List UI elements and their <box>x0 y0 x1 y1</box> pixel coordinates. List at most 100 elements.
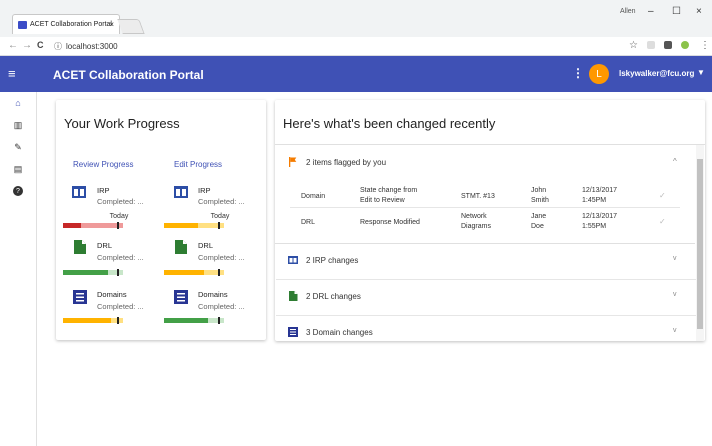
change-user: John <box>531 187 547 194</box>
browser-user-label[interactable]: Allen <box>620 8 636 15</box>
columns-icon <box>72 186 86 198</box>
change-area: DRL <box>301 219 316 226</box>
flag-icon <box>289 157 297 167</box>
scrollbar-thumb[interactable] <box>697 159 703 329</box>
change-area: Domain <box>301 193 326 200</box>
browser-tab-bar: ACET Collaboration Portal × Allen – ☐ × <box>0 0 712 37</box>
reload-icon[interactable]: C <box>37 40 44 50</box>
progress-item-name: DRL <box>198 241 214 250</box>
list-icon <box>73 290 87 304</box>
list-icon <box>174 290 188 304</box>
app-title: ACET Collaboration Portal <box>53 68 204 82</box>
today-marker <box>218 222 220 229</box>
progress-item-sub: Completed: ... <box>198 302 245 311</box>
user-email[interactable]: lskywalker@fcu.org <box>619 69 694 78</box>
section-flagged[interactable]: 2 items flagged by you ^ <box>276 146 704 182</box>
forward-icon[interactable]: → <box>22 40 32 51</box>
progress-item-sub: Completed: ... <box>97 197 144 206</box>
columns-icon <box>174 186 188 198</box>
change-ref: STMT. #13 <box>461 193 495 200</box>
section-irp[interactable]: 2 IRP changes v <box>276 244 696 280</box>
review-progress-heading[interactable]: Review Progress <box>73 160 133 169</box>
change-ref: Network <box>461 213 487 220</box>
columns-icon[interactable]: ▥ <box>13 120 23 130</box>
app-favicon-icon <box>18 20 27 29</box>
close-window-button[interactable]: × <box>696 6 702 17</box>
section-label: 3 Domain changes <box>306 328 373 337</box>
change-time: 1:45PM <box>582 197 607 204</box>
table-row[interactable]: DRL Response Modified Network Diagrams J… <box>290 212 680 234</box>
avatar[interactable]: L <box>589 64 609 84</box>
new-tab-button[interactable] <box>117 19 145 34</box>
change-user: Smith <box>531 197 549 204</box>
list-icon <box>288 327 298 337</box>
user-menu-arrow-icon[interactable]: ▼ <box>697 68 705 77</box>
progress-item-sub: Completed: ... <box>97 253 144 262</box>
change-user: Jane <box>531 213 547 220</box>
check-icon[interactable]: ✓ <box>659 217 666 226</box>
bookmark-star-icon[interactable]: ☆ <box>629 40 638 51</box>
progress-item-sub: Completed: ... <box>198 253 245 262</box>
card-title: Here's what's been changed recently <box>283 116 496 131</box>
change-user: Doe <box>531 223 544 230</box>
edit-progress-heading[interactable]: Edit Progress <box>174 160 222 169</box>
maximize-button[interactable]: ☐ <box>672 6 681 17</box>
section-label: 2 IRP changes <box>306 256 359 265</box>
address-bar: ← → C ⓘ localhost:3000 ☆ ⋮ <box>0 37 712 56</box>
change-time: 1:55PM <box>582 223 607 230</box>
help-icon[interactable]: ? <box>13 186 23 196</box>
today-label: Today <box>210 213 230 220</box>
columns-icon <box>288 256 298 264</box>
app-bar: ≡ ACET Collaboration Portal ⋮ L lskywalk… <box>0 56 712 92</box>
progress-bar <box>63 223 123 228</box>
progress-bar <box>63 318 123 323</box>
change-desc: Edit to Review <box>360 197 405 204</box>
extension-icon[interactable] <box>647 41 655 49</box>
progress-bar <box>63 270 123 275</box>
url-input[interactable]: ⓘ localhost:3000 <box>54 39 644 53</box>
extension-icon[interactable] <box>664 41 672 49</box>
chevron-down-icon[interactable]: v <box>673 291 677 298</box>
progress-item-name: IRP <box>97 186 110 195</box>
sidebar: ⌂ ▥ ✎ ▤ ? <box>0 92 37 446</box>
url-text: localhost:3000 <box>66 41 118 51</box>
progress-item-name: IRP <box>198 186 211 195</box>
table-row[interactable]: Domain State change from Edit to Review … <box>290 186 680 208</box>
section-label: 2 DRL changes <box>306 292 361 301</box>
minimize-button[interactable]: – <box>648 6 654 17</box>
back-icon[interactable]: ← <box>8 40 18 51</box>
chevron-up-icon[interactable]: ^ <box>673 157 677 166</box>
progress-item-name: Domains <box>97 290 127 299</box>
chevron-down-icon[interactable]: v <box>673 327 677 334</box>
scrollbar[interactable] <box>696 145 704 341</box>
check-icon[interactable]: ✓ <box>659 191 666 200</box>
document-icon <box>74 240 86 254</box>
progress-bar <box>164 318 224 323</box>
today-marker <box>218 269 220 276</box>
section-domain[interactable]: 3 Domain changes v <box>276 316 696 340</box>
change-date: 12/13/2017 <box>582 187 618 194</box>
home-icon[interactable]: ⌂ <box>13 98 23 108</box>
document-icon <box>175 240 187 254</box>
browser-menu-icon[interactable]: ⋮ <box>700 40 710 51</box>
section-drl[interactable]: 2 DRL changes v <box>276 280 696 316</box>
extension-icon[interactable] <box>681 41 689 49</box>
card-title: Your Work Progress <box>64 116 180 131</box>
today-marker <box>117 222 119 229</box>
document-icon <box>289 291 298 301</box>
edit-icon[interactable]: ✎ <box>13 142 23 152</box>
tab-close-icon[interactable]: × <box>109 20 114 29</box>
section-label: 2 items flagged by you <box>306 158 387 167</box>
hamburger-menu-icon[interactable]: ≡ <box>8 66 16 81</box>
change-desc: Response Modified <box>360 219 420 226</box>
progress-item-sub: Completed: ... <box>97 302 144 311</box>
progress-bar <box>164 270 224 275</box>
more-options-icon[interactable]: ⋮ <box>572 66 584 80</box>
list-icon[interactable]: ▤ <box>13 164 23 174</box>
today-label: Today <box>109 213 129 220</box>
browser-tab[interactable]: ACET Collaboration Portal × <box>12 14 120 34</box>
today-marker <box>218 317 220 324</box>
chevron-down-icon[interactable]: v <box>673 255 677 262</box>
divider <box>275 144 705 145</box>
today-marker <box>117 317 119 324</box>
